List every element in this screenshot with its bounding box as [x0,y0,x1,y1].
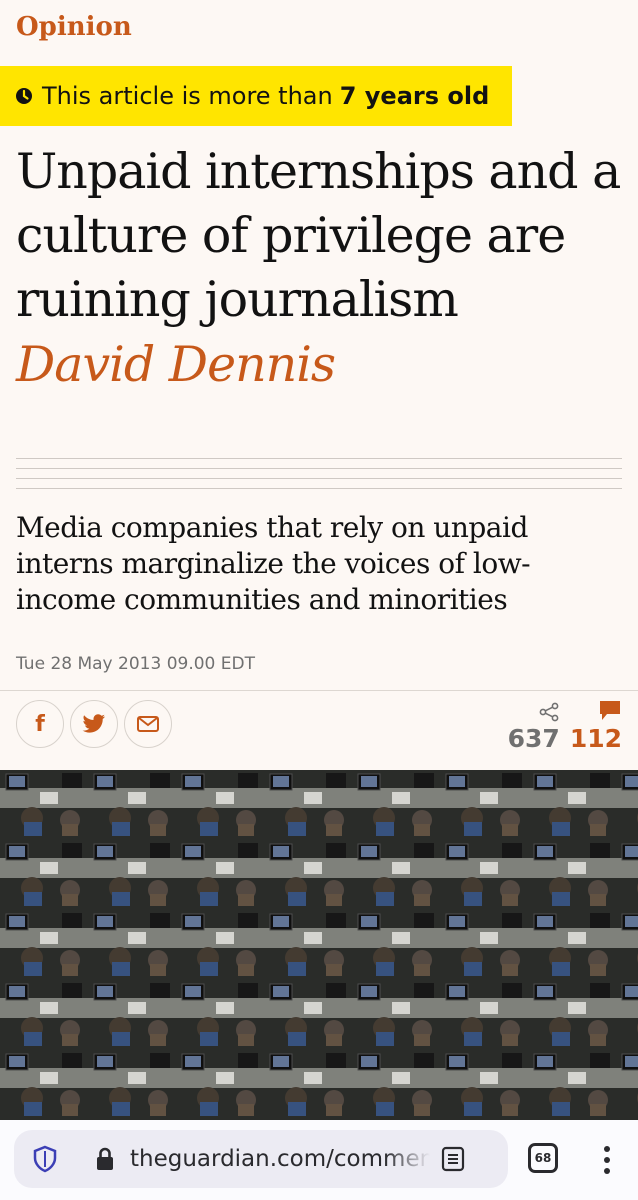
author-byline[interactable]: David Dennis [16,336,336,393]
url-text[interactable]: theguardian.com/commen [130,1146,430,1172]
age-notice-prefix: This article is more than [42,82,333,110]
more-options-icon[interactable] [600,1144,614,1176]
browser-toolbar: theguardian.com/commen 68 [0,1120,638,1200]
clock-icon [16,88,32,104]
section-label[interactable]: Opinion [16,12,132,42]
publish-date: Tue 28 May 2013 09.00 EDT [16,654,255,674]
share-count[interactable]: 637 [508,702,560,753]
comment-count-value: 112 [569,724,622,753]
share-buttons: f [16,700,172,748]
twitter-icon [82,714,105,733]
article-standfirst: Media companies that rely on unpaid inte… [16,511,531,616]
article-main-image[interactable] [0,770,638,1120]
twitter-share-button[interactable] [70,700,118,748]
divider [0,690,638,691]
tab-counter-button[interactable]: 68 [528,1143,558,1173]
email-share-button[interactable] [124,700,172,748]
age-notice-emphasis: 7 years old [339,82,490,110]
address-bar[interactable]: theguardian.com/commen [14,1130,508,1188]
facebook-share-button[interactable]: f [16,700,64,748]
share-icon [539,702,559,722]
reader-view-icon[interactable] [440,1145,466,1173]
shield-icon[interactable] [30,1144,60,1174]
article-headline: Unpaid internships and a culture of priv… [16,143,621,328]
newsroom-photo [0,770,638,1120]
decorative-rules [16,458,622,500]
article-age-notice: This article is more than 7 years old [0,66,512,126]
comment-count[interactable]: 112 [570,700,622,753]
facebook-icon: f [35,711,45,737]
article-stats: 637 112 [508,700,622,753]
lock-icon[interactable] [94,1146,116,1172]
share-count-value: 637 [507,724,560,753]
comment-icon [600,701,620,720]
email-icon [137,716,159,732]
